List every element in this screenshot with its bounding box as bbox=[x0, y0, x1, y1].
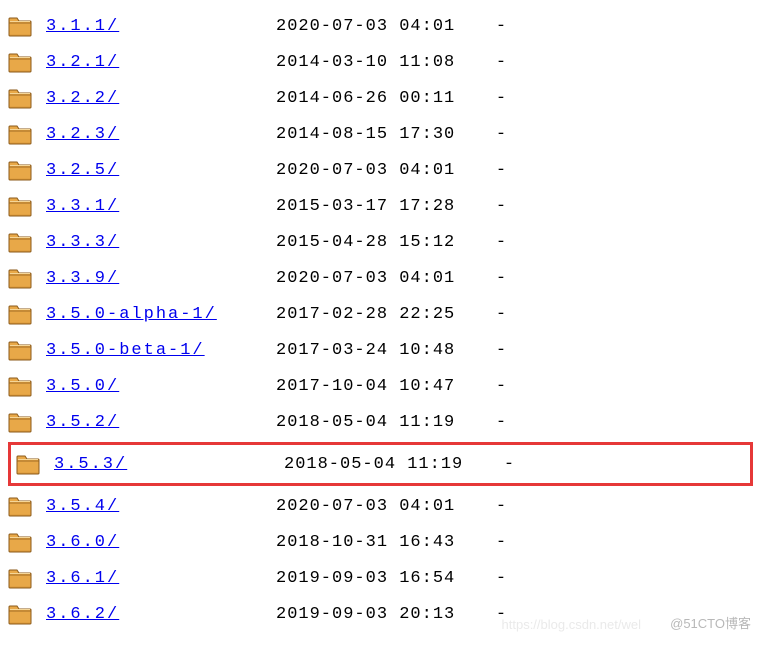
date-label: 2017-02-28 22:25 bbox=[276, 305, 481, 324]
size-label: - bbox=[481, 569, 521, 588]
list-row: 3.6.1/2019-09-03 16:54- bbox=[0, 560, 761, 596]
folder-icon bbox=[8, 411, 32, 433]
folder-link[interactable]: 3.2.2/ bbox=[46, 89, 276, 108]
list-row: 3.2.2/2014-06-26 00:11- bbox=[0, 80, 761, 116]
list-row: 3.5.2/2018-05-04 11:19- bbox=[0, 404, 761, 440]
size-label: - bbox=[481, 413, 521, 432]
list-row: 3.5.4/2020-07-03 04:01- bbox=[0, 488, 761, 524]
size-label: - bbox=[481, 497, 521, 516]
watermark-label: @51CTO博客 bbox=[670, 613, 751, 632]
folder-icon bbox=[8, 303, 32, 325]
date-label: 2020-07-03 04:01 bbox=[276, 497, 481, 516]
folder-icon bbox=[8, 15, 32, 37]
list-row: 3.6.0/2018-10-31 16:43- bbox=[0, 524, 761, 560]
date-label: 2018-05-04 11:19 bbox=[284, 455, 489, 474]
folder-link[interactable]: 3.6.2/ bbox=[46, 605, 276, 624]
list-row: 3.2.1/2014-03-10 11:08- bbox=[0, 44, 761, 80]
folder-icon bbox=[8, 159, 32, 181]
folder-link[interactable]: 3.5.0/ bbox=[46, 377, 276, 396]
folder-link[interactable]: 3.3.1/ bbox=[46, 197, 276, 216]
date-label: 2020-07-03 04:01 bbox=[276, 269, 481, 288]
folder-icon bbox=[8, 231, 32, 253]
date-label: 2018-10-31 16:43 bbox=[276, 533, 481, 552]
size-label: - bbox=[481, 233, 521, 252]
folder-link[interactable]: 3.5.0-beta-1/ bbox=[46, 341, 276, 360]
date-label: 2019-09-03 20:13 bbox=[276, 605, 481, 624]
folder-link[interactable]: 3.5.0-alpha-1/ bbox=[46, 305, 276, 324]
date-label: 2014-08-15 17:30 bbox=[276, 125, 481, 144]
list-row: 3.2.5/2020-07-03 04:01- bbox=[0, 152, 761, 188]
size-label: - bbox=[489, 455, 529, 474]
size-label: - bbox=[481, 341, 521, 360]
date-label: 2017-03-24 10:48 bbox=[276, 341, 481, 360]
size-label: - bbox=[481, 305, 521, 324]
folder-link[interactable]: 3.5.2/ bbox=[46, 413, 276, 432]
size-label: - bbox=[481, 161, 521, 180]
folder-link[interactable]: 3.2.3/ bbox=[46, 125, 276, 144]
list-row: 3.3.3/2015-04-28 15:12- bbox=[0, 224, 761, 260]
folder-link[interactable]: 3.6.1/ bbox=[46, 569, 276, 588]
size-label: - bbox=[481, 377, 521, 396]
folder-icon bbox=[8, 495, 32, 517]
folder-link[interactable]: 3.5.4/ bbox=[46, 497, 276, 516]
list-row: 3.5.0-beta-1/2017-03-24 10:48- bbox=[0, 332, 761, 368]
size-label: - bbox=[481, 17, 521, 36]
folder-icon bbox=[8, 51, 32, 73]
folder-link[interactable]: 3.3.9/ bbox=[46, 269, 276, 288]
folder-icon bbox=[8, 567, 32, 589]
date-label: 2020-07-03 04:01 bbox=[276, 161, 481, 180]
size-label: - bbox=[481, 197, 521, 216]
date-label: 2015-03-17 17:28 bbox=[276, 197, 481, 216]
folder-icon bbox=[8, 123, 32, 145]
list-row: 3.5.0-alpha-1/2017-02-28 22:25- bbox=[0, 296, 761, 332]
folder-icon bbox=[8, 375, 32, 397]
date-label: 2014-06-26 00:11 bbox=[276, 89, 481, 108]
date-label: 2019-09-03 16:54 bbox=[276, 569, 481, 588]
directory-listing: 3.1.1/2020-07-03 04:01- 3.2.1/2014-03-10… bbox=[0, 8, 761, 632]
folder-icon bbox=[8, 531, 32, 553]
folder-icon bbox=[8, 603, 32, 625]
watermark-faint: https://blog.csdn.net/wel bbox=[502, 617, 641, 632]
list-row: 3.5.0/2017-10-04 10:47- bbox=[0, 368, 761, 404]
folder-icon bbox=[8, 267, 32, 289]
list-row: 3.3.9/2020-07-03 04:01- bbox=[0, 260, 761, 296]
size-label: - bbox=[481, 533, 521, 552]
size-label: - bbox=[481, 125, 521, 144]
list-row: 3.6.2/2019-09-03 20:13- bbox=[0, 596, 761, 632]
list-row: 3.5.3/2018-05-04 11:19- bbox=[8, 442, 753, 486]
folder-icon bbox=[8, 87, 32, 109]
folder-link[interactable]: 3.2.5/ bbox=[46, 161, 276, 180]
size-label: - bbox=[481, 89, 521, 108]
list-row: 3.1.1/2020-07-03 04:01- bbox=[0, 8, 761, 44]
date-label: 2014-03-10 11:08 bbox=[276, 53, 481, 72]
folder-link[interactable]: 3.2.1/ bbox=[46, 53, 276, 72]
folder-link[interactable]: 3.6.0/ bbox=[46, 533, 276, 552]
list-row: 3.3.1/2015-03-17 17:28- bbox=[0, 188, 761, 224]
folder-link[interactable]: 3.1.1/ bbox=[46, 17, 276, 36]
folder-icon bbox=[16, 453, 40, 475]
folder-icon bbox=[8, 339, 32, 361]
date-label: 2017-10-04 10:47 bbox=[276, 377, 481, 396]
folder-link[interactable]: 3.3.3/ bbox=[46, 233, 276, 252]
size-label: - bbox=[481, 53, 521, 72]
folder-link[interactable]: 3.5.3/ bbox=[54, 455, 284, 474]
list-row: 3.2.3/2014-08-15 17:30- bbox=[0, 116, 761, 152]
folder-icon bbox=[8, 195, 32, 217]
date-label: 2015-04-28 15:12 bbox=[276, 233, 481, 252]
date-label: 2020-07-03 04:01 bbox=[276, 17, 481, 36]
size-label: - bbox=[481, 269, 521, 288]
date-label: 2018-05-04 11:19 bbox=[276, 413, 481, 432]
